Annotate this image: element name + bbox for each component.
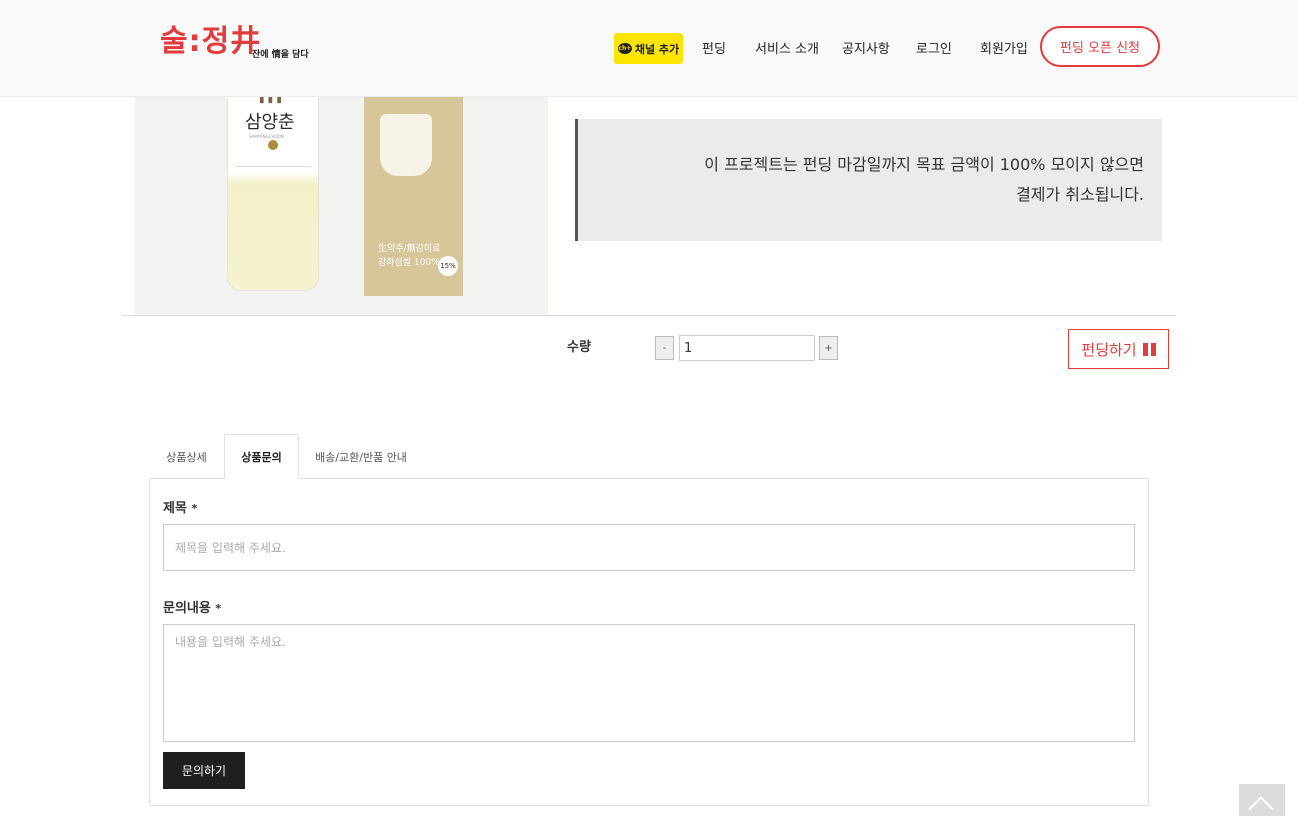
nav-signup[interactable]: 회원가입 <box>980 38 1028 57</box>
bottle-label: ▮ ▮ ▮ 삼양춘 SAMYANGCHOON <box>235 96 311 167</box>
site-header: 술:정井 잔에 情을 담다 ch+ 채널 추가 펀딩 서비스 소개 공지사항 로… <box>0 0 1298 97</box>
kakao-talk-channel-icon: ch+ <box>617 43 632 54</box>
site-logo[interactable]: 술:정井 잔에 情을 담다 <box>160 22 309 62</box>
gift-box-image: 生약주/無감미료 강화섬쌀 100% 15% <box>364 96 463 296</box>
product-image: ▮ ▮ ▮ 삼양춘 SAMYANGCHOON 生약주/無감미료 강화섬쌀 100… <box>135 96 548 314</box>
kakao-channel-add-button[interactable]: ch+ 채널 추가 <box>614 33 683 64</box>
scroll-top-button[interactable] <box>1239 784 1285 822</box>
bottle-name: 삼양춘 <box>245 112 295 133</box>
nav-service-intro[interactable]: 서비스 소개 <box>755 38 819 57</box>
inquiry-submit-button[interactable]: 문의하기 <box>163 752 245 789</box>
box-text: 生약주/無감미료 강화섬쌀 100% <box>378 244 441 268</box>
channel-add-label: 채널 추가 <box>634 42 680 56</box>
quantity-increase-button[interactable]: + <box>819 336 838 360</box>
nav-login[interactable]: 로그인 <box>916 38 952 57</box>
funding-notice: 이 프로젝트는 펀딩 마감일까지 목표 금액이 100% 모이지 않으면 결제가… <box>575 119 1162 241</box>
tab-product-inquiry[interactable]: 상품문의 <box>224 434 299 479</box>
quantity-label: 수량 <box>567 340 591 355</box>
seal-icon <box>268 140 278 150</box>
quantity-decrease-button[interactable]: - <box>655 336 674 360</box>
quantity-input[interactable] <box>679 335 815 361</box>
inquiry-content-textarea[interactable] <box>163 624 1135 742</box>
logo-tagline: 잔에 情을 담다 <box>252 50 309 60</box>
gift-icon <box>1142 342 1156 356</box>
abv-badge: 15% <box>438 256 458 276</box>
required-mark: * <box>191 502 198 515</box>
bottle-eng-name: SAMYANGCHOON <box>249 134 284 139</box>
nav-funding[interactable]: 펀딩 <box>702 38 726 57</box>
notice-line-2: 결제가 취소됩니다. <box>1016 185 1144 204</box>
funding-open-apply-button[interactable]: 펀딩 오픈 신청 <box>1040 26 1160 67</box>
jar-illustration <box>380 114 432 176</box>
bottle-image: ▮ ▮ ▮ 삼양춘 SAMYANGCHOON <box>227 96 319 291</box>
section-divider <box>122 315 1176 316</box>
fund-button[interactable]: 펀딩하기 <box>1068 329 1169 369</box>
fund-button-label: 펀딩하기 <box>1081 340 1137 359</box>
logo-text: 술:정井 <box>160 24 262 59</box>
title-field-label: 제목 * <box>163 501 198 516</box>
tab-product-detail[interactable]: 상품상세 <box>149 434 224 479</box>
chevron-up-icon <box>1248 796 1274 822</box>
nav-notice[interactable]: 공지사항 <box>842 38 890 57</box>
inquiry-title-input[interactable] <box>163 524 1135 571</box>
notice-line-1: 이 프로젝트는 펀딩 마감일까지 목표 금액이 100% 모이지 않으면 <box>704 155 1144 174</box>
content-field-label: 문의내용 * <box>163 601 222 616</box>
tab-shipping-return[interactable]: 배송/교환/반품 안내 <box>305 434 417 479</box>
required-mark: * <box>215 602 222 615</box>
